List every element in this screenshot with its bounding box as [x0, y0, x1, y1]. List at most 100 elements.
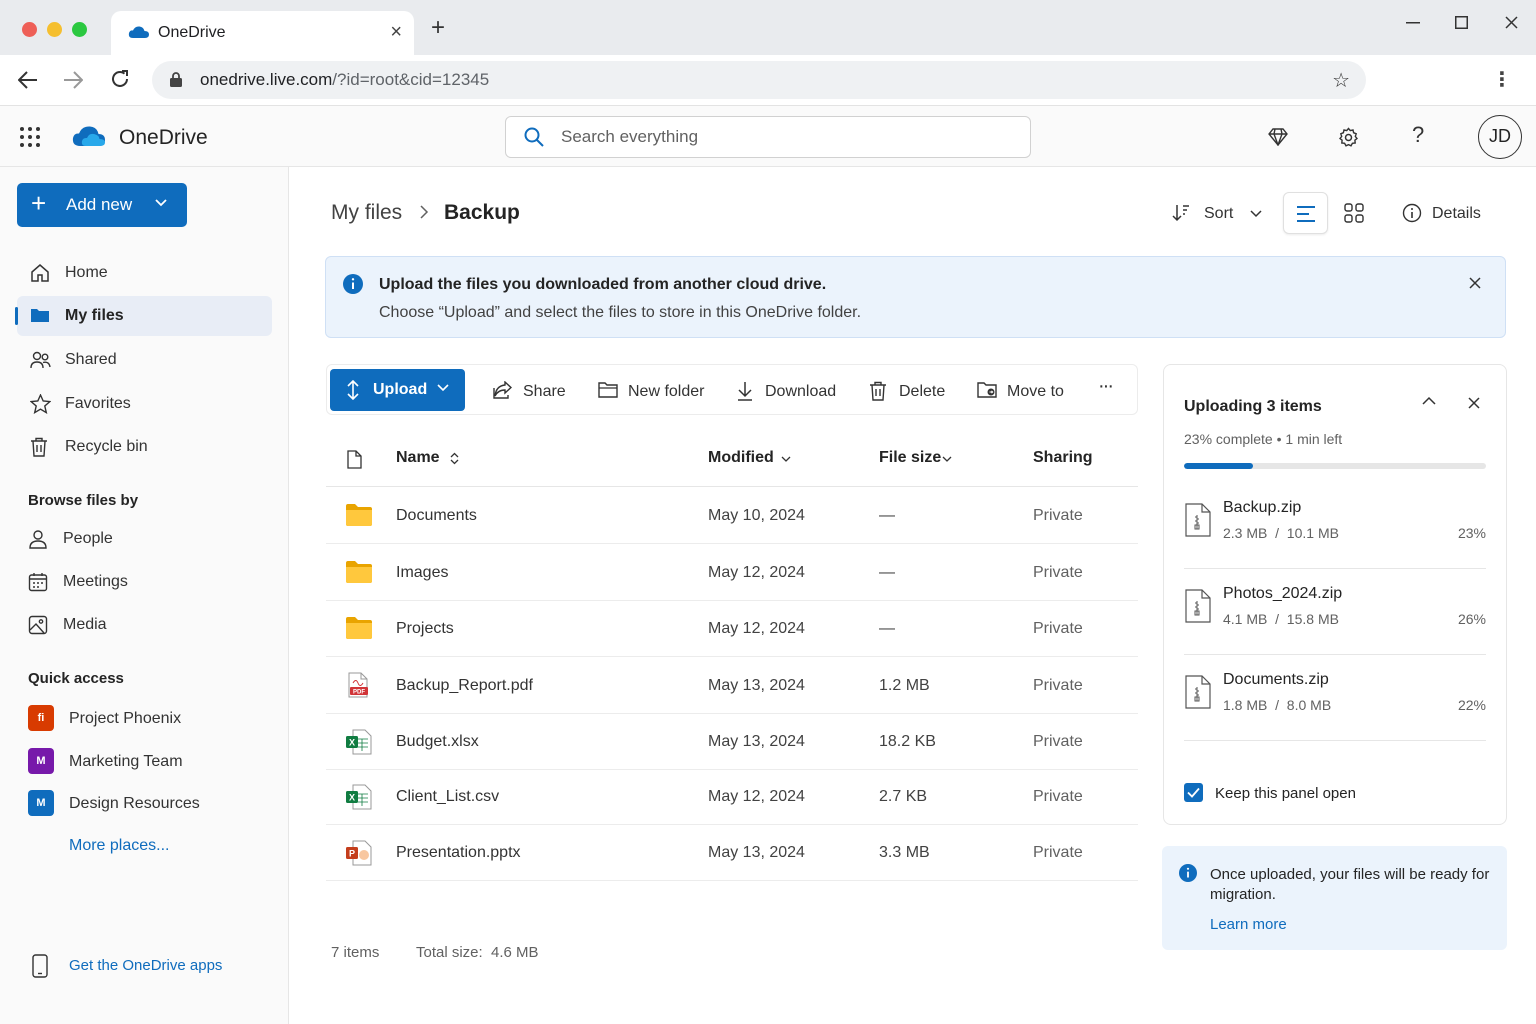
sidebar-item-shared[interactable]: Shared	[17, 340, 272, 380]
download-button[interactable]: Download	[737, 369, 843, 411]
close-banner-icon[interactable]	[1469, 277, 1481, 289]
back-icon[interactable]	[18, 71, 38, 89]
table-row[interactable]: PDF Backup_Report.pdf May 13, 2024 1.2 M…	[326, 658, 1138, 714]
app-name: OneDrive	[119, 126, 208, 149]
download-label: Download	[765, 383, 837, 400]
sidebar-item-people[interactable]: People	[15, 519, 270, 559]
delete-label: Delete	[899, 383, 946, 400]
upload-panel-title: Uploading 3 items	[1184, 398, 1322, 415]
upload-button[interactable]: Upload	[330, 369, 465, 411]
new-tab-icon[interactable]: +	[431, 16, 445, 40]
grid-view-button[interactable]	[1338, 192, 1372, 234]
sidebar-item-label: Meetings	[63, 573, 128, 590]
delete-button[interactable]: Delete	[869, 369, 949, 411]
move-to-button[interactable]: Move to	[977, 369, 1072, 411]
settings-gear-icon[interactable]	[1338, 127, 1359, 148]
upload-file-percent: 23%	[1457, 525, 1486, 541]
sidebar-item-my-files[interactable]: My files	[15, 296, 272, 336]
column-name[interactable]: Name	[396, 449, 440, 467]
info-circle-icon	[1179, 864, 1197, 882]
column-file-size[interactable]: File size	[879, 449, 941, 467]
info-icon	[1402, 203, 1422, 223]
table-row[interactable]: Images May 12, 2024 — Private	[326, 545, 1138, 601]
people-icon	[30, 351, 51, 369]
sidebar-item-label: Favorites	[65, 395, 131, 412]
search-box[interactable]	[505, 116, 1031, 158]
help-icon[interactable]: ?	[1412, 122, 1424, 148]
url-input[interactable]: onedrive.live.com/?id=root&cid=12345 ☆	[152, 61, 1366, 99]
upload-file-name: Documents.zip	[1223, 671, 1329, 688]
get-apps-link[interactable]: Get the OneDrive apps	[32, 954, 222, 982]
premium-diamond-icon[interactable]	[1268, 128, 1288, 146]
browser-tab[interactable]: OneDrive ×	[111, 11, 414, 55]
chevron-down-icon[interactable]	[942, 455, 952, 463]
file-modified: May 12, 2024	[708, 564, 805, 581]
column-modified[interactable]: Modified	[708, 449, 774, 467]
maximize-window-dot[interactable]	[72, 22, 87, 37]
column-sharing[interactable]: Sharing	[1033, 449, 1093, 467]
info-banner-title: Upload the files you downloaded from ano…	[379, 276, 827, 293]
sidebar-item-favorites[interactable]: Favorites	[17, 384, 272, 424]
file-modified: May 10, 2024	[708, 507, 805, 524]
chevron-up-icon[interactable]	[1422, 396, 1436, 406]
sort-button[interactable]: Sort	[1168, 192, 1268, 234]
file-name[interactable]: Documents	[396, 507, 477, 525]
chevron-down-icon[interactable]	[781, 455, 791, 463]
details-button[interactable]: Details	[1398, 192, 1488, 234]
upload-file-percent: 22%	[1457, 697, 1486, 713]
forward-icon[interactable]	[63, 71, 83, 89]
sidebar-item-media[interactable]: Media	[15, 605, 270, 645]
share-button[interactable]: Share	[493, 369, 573, 411]
add-new-button[interactable]: + Add new	[17, 183, 187, 227]
close-window-dot[interactable]	[22, 22, 37, 37]
keep-open-checkbox[interactable]	[1184, 783, 1203, 802]
file-size: 3.3 MB	[879, 844, 930, 861]
svg-text:X: X	[349, 793, 355, 803]
close-window-icon[interactable]	[1505, 16, 1518, 29]
share-icon	[493, 381, 512, 399]
reload-icon[interactable]	[110, 69, 130, 89]
upload-file-name: Photos_2024.zip	[1223, 585, 1343, 602]
sidebar-item-label: People	[63, 530, 113, 547]
file-name[interactable]: Client_List.csv	[396, 788, 499, 806]
new-folder-button[interactable]: New folder	[598, 369, 713, 411]
more-places-link[interactable]: More places...	[69, 837, 169, 855]
file-type-icon	[347, 450, 362, 469]
app-launcher-icon[interactable]	[20, 127, 40, 147]
breadcrumb-my-files[interactable]: My files	[331, 201, 402, 225]
maximize-icon[interactable]	[1455, 16, 1468, 29]
file-name[interactable]: Projects	[396, 620, 454, 638]
upload-progress-bar	[1184, 463, 1486, 469]
browser-menu-icon[interactable]: ⋮	[1492, 67, 1512, 92]
list-view-button[interactable]	[1283, 192, 1328, 234]
file-modified: May 12, 2024	[708, 788, 805, 805]
sidebar-item-recycle-bin[interactable]: Recycle bin	[17, 427, 272, 467]
sort-updown-icon[interactable]	[450, 452, 459, 465]
close-tab-icon[interactable]: ×	[390, 21, 402, 44]
minimize-icon[interactable]	[1406, 22, 1420, 24]
file-name[interactable]: Backup_Report.pdf	[396, 677, 533, 695]
file-name[interactable]: Presentation.pptx	[396, 844, 521, 862]
file-name[interactable]: Budget.xlsx	[396, 733, 479, 751]
bookmark-star-icon[interactable]: ☆	[1332, 68, 1350, 93]
table-row[interactable]: Documents May 10, 2024 — Private	[326, 488, 1138, 544]
search-input[interactable]	[561, 127, 1001, 147]
file-name[interactable]: Images	[396, 564, 448, 582]
more-options-icon[interactable]: ···	[1098, 375, 1114, 398]
sidebar-item-home[interactable]: Home	[17, 253, 272, 293]
table-row[interactable]: Projects May 12, 2024 — Private	[326, 601, 1138, 657]
table-row[interactable]: X Budget.xlsx May 13, 2024 18.2 KB Priva…	[326, 714, 1138, 770]
minimize-window-dot[interactable]	[47, 22, 62, 37]
svg-text:PDF: PDF	[353, 690, 365, 696]
download-icon	[738, 382, 752, 401]
share-label: Share	[523, 383, 566, 400]
chevron-down-icon	[437, 384, 449, 392]
avatar[interactable]: JD	[1478, 115, 1522, 159]
sidebar-item-meetings[interactable]: Meetings	[15, 562, 270, 602]
upload-icon	[347, 380, 359, 400]
close-panel-icon[interactable]	[1468, 397, 1480, 409]
learn-more-link[interactable]: Learn more	[1210, 916, 1287, 933]
file-size: —	[879, 507, 895, 524]
table-row[interactable]: X Client_List.csv May 12, 2024 2.7 KB Pr…	[326, 769, 1138, 825]
table-row[interactable]: P Presentation.pptx May 13, 2024 3.3 MB …	[326, 825, 1138, 881]
